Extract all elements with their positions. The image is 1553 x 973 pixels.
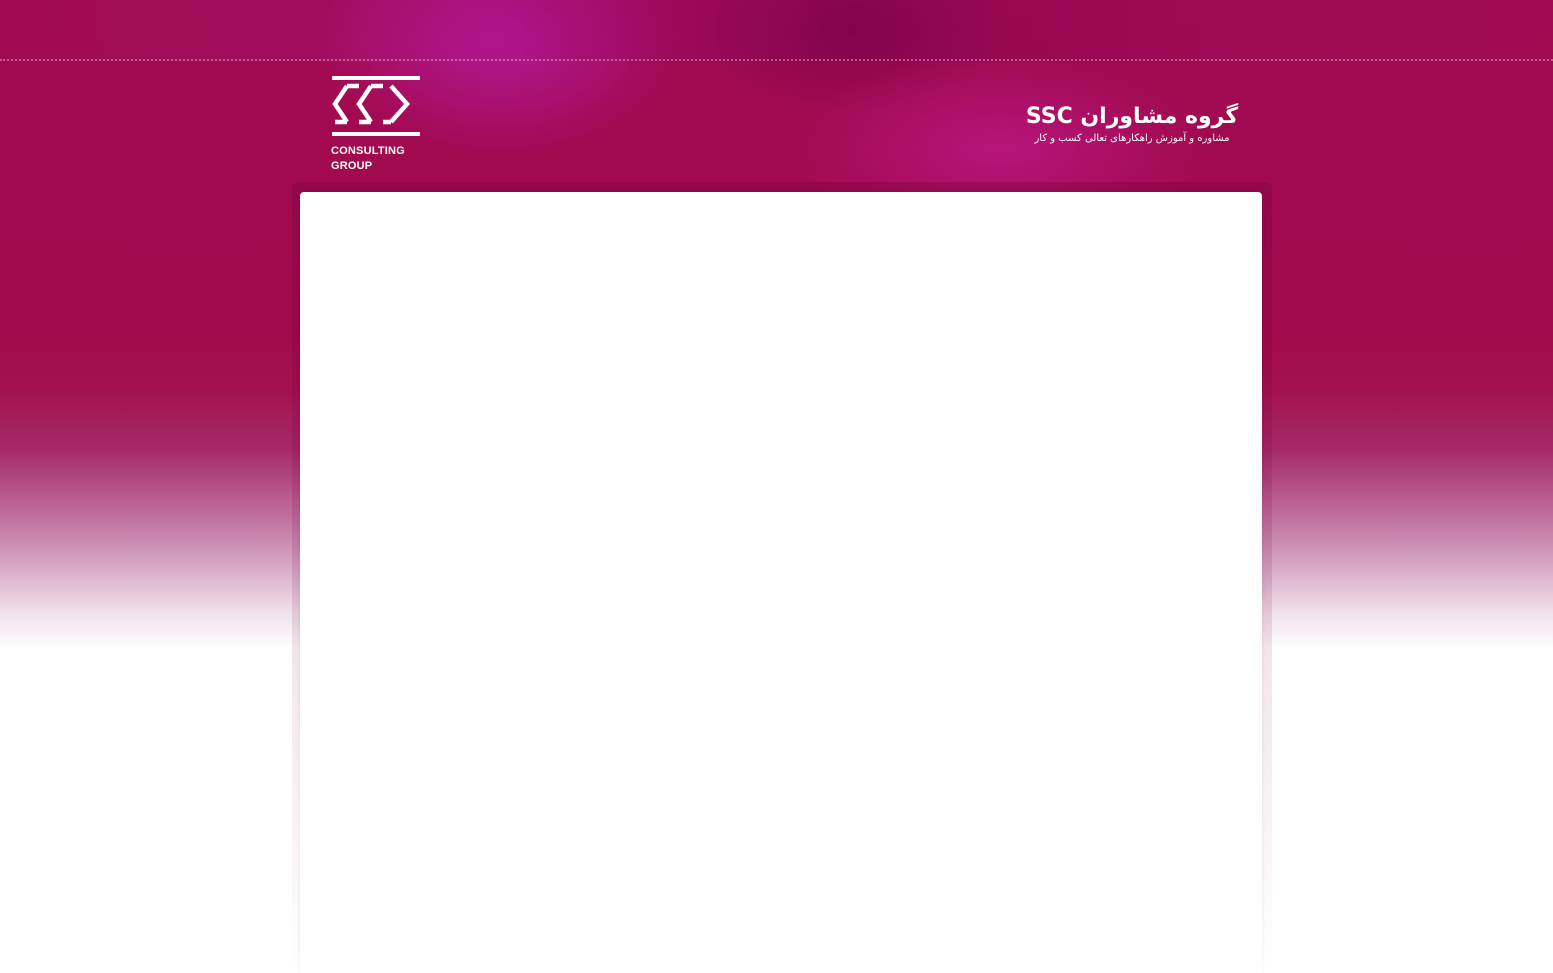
brand-title: گروه مشاوران SSC	[1025, 104, 1239, 129]
site-header: CONSULTING GROUP گروه مشاوران SSC مشاوره…	[300, 62, 1262, 192]
ssc-chevrons-logo-icon	[331, 76, 421, 144]
top-banner-band	[0, 0, 1553, 62]
ssc-persian-logo[interactable]: گروه مشاوران SSC مشاوره و آموزش راهکارها…	[1022, 102, 1242, 146]
brand-tagline: مشاوره و آموزش راهکارهای تعالی کسب و کار	[1034, 133, 1230, 144]
main-content-panel	[300, 192, 1262, 973]
ssc-consulting-logo[interactable]: CONSULTING GROUP	[331, 76, 421, 176]
header-dotted-divider	[0, 59, 1553, 61]
logo-text-consulting: CONSULTING	[331, 145, 405, 157]
logo-text-group: GROUP	[331, 160, 373, 172]
